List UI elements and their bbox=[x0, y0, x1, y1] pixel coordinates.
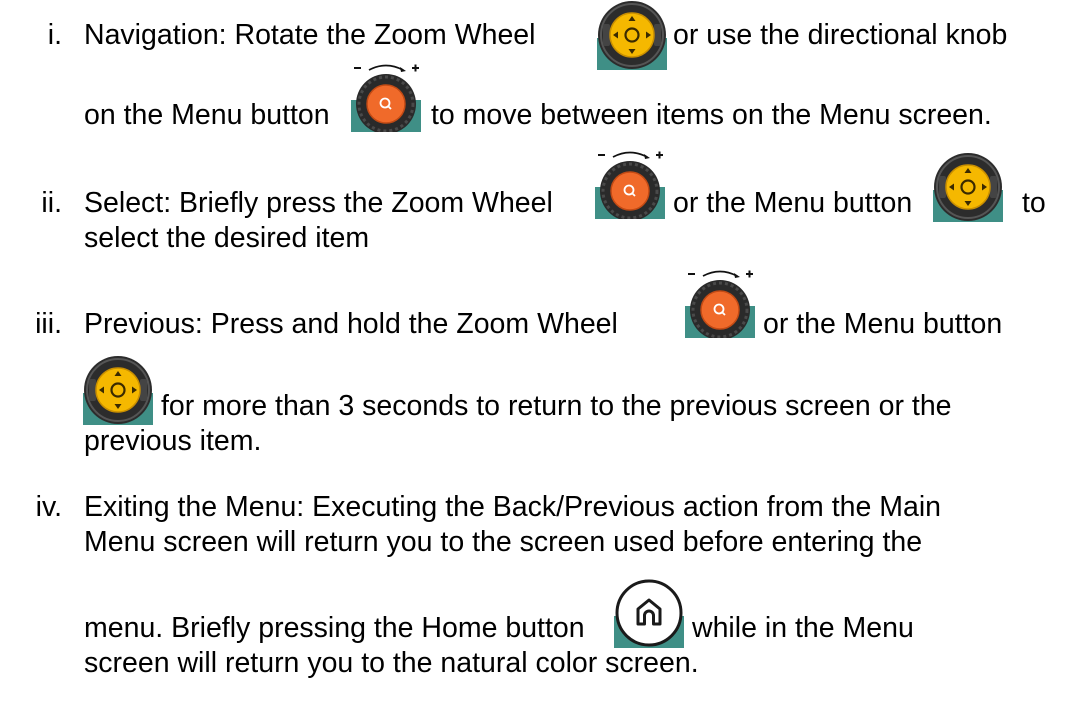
item-text: for more than 3 seconds to return to the… bbox=[161, 390, 952, 422]
item-text: previous item. bbox=[84, 425, 262, 457]
item-text: Navigation: Rotate the Zoom Wheel bbox=[84, 19, 536, 51]
item-numeral: iv. bbox=[35, 491, 62, 523]
item-text: or the Menu button bbox=[673, 187, 913, 219]
item-text: on the Menu button bbox=[84, 99, 330, 131]
zoom-wheel-icon bbox=[595, 149, 665, 219]
item-text: while in the Menu bbox=[692, 612, 914, 644]
item-numeral: i. bbox=[47, 19, 62, 51]
dpad-menu-button-icon bbox=[83, 355, 153, 425]
zoom-wheel-icon bbox=[685, 268, 755, 338]
dpad-menu-button-icon bbox=[597, 0, 667, 70]
item-numeral: iii. bbox=[35, 308, 62, 340]
item-text: or use the directional knob bbox=[673, 19, 1008, 51]
item-text: to move between items on the Menu screen… bbox=[431, 99, 992, 131]
item-text: Menu screen will return you to the scree… bbox=[84, 526, 923, 558]
item-numeral: ii. bbox=[41, 187, 62, 219]
item-text: menu. Briefly pressing the Home button bbox=[84, 612, 585, 644]
item-text: Previous: Press and hold the Zoom Wheel bbox=[84, 308, 618, 340]
item-text: or the Menu button bbox=[763, 308, 1003, 340]
item-text: select the desired item bbox=[84, 222, 370, 254]
item-text: screen will return you to the natural co… bbox=[84, 647, 699, 679]
item-text: Exiting the Menu: Executing the Back/Pre… bbox=[84, 491, 942, 523]
zoom-wheel-icon bbox=[351, 62, 421, 132]
item-text: to bbox=[1022, 187, 1046, 219]
home-button-icon bbox=[614, 578, 684, 648]
item-text: Select: Briefly press the Zoom Wheel bbox=[84, 187, 553, 219]
dpad-menu-button-icon bbox=[933, 152, 1003, 222]
